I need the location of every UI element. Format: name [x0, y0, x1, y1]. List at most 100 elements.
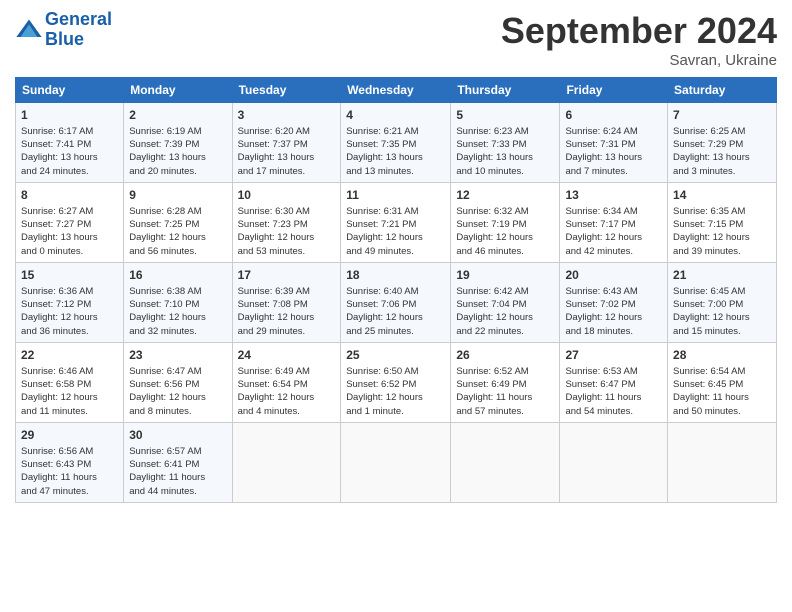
day-info-line: Sunrise: 6:24 AM	[565, 125, 662, 138]
day-info-line: Sunrise: 6:56 AM	[21, 445, 118, 458]
day-number: 28	[673, 347, 771, 364]
day-info-line: Sunrise: 6:47 AM	[129, 365, 226, 378]
day-number: 24	[238, 347, 336, 364]
day-info-line: Sunrise: 6:31 AM	[346, 205, 445, 218]
day-number: 23	[129, 347, 226, 364]
day-info-line: Daylight: 12 hours	[129, 231, 226, 244]
day-info-line: and 25 minutes.	[346, 325, 445, 338]
day-info-line: Sunrise: 6:19 AM	[129, 125, 226, 138]
day-info-line: Daylight: 13 hours	[565, 151, 662, 164]
day-info-line: Sunset: 7:33 PM	[456, 138, 554, 151]
calendar-cell: 14Sunrise: 6:35 AMSunset: 7:15 PMDayligh…	[668, 182, 777, 262]
day-info-line: Daylight: 12 hours	[456, 231, 554, 244]
day-number: 3	[238, 107, 336, 124]
day-info-line: and 53 minutes.	[238, 245, 336, 258]
logo-text: General Blue	[45, 10, 112, 50]
day-info-line: Sunrise: 6:39 AM	[238, 285, 336, 298]
day-info-line: Daylight: 13 hours	[456, 151, 554, 164]
day-info-line: and 50 minutes.	[673, 405, 771, 418]
day-info-line: Sunset: 7:39 PM	[129, 138, 226, 151]
day-info-line: Sunset: 7:04 PM	[456, 298, 554, 311]
day-info-line: Sunrise: 6:35 AM	[673, 205, 771, 218]
day-info-line: Sunset: 7:37 PM	[238, 138, 336, 151]
day-number: 5	[456, 107, 554, 124]
weekday-header: Thursday	[451, 78, 560, 103]
day-info-line: Sunset: 7:00 PM	[673, 298, 771, 311]
day-info-line: Sunrise: 6:17 AM	[21, 125, 118, 138]
calendar-cell	[451, 422, 560, 502]
day-info-line: Daylight: 13 hours	[346, 151, 445, 164]
weekday-header-row: SundayMondayTuesdayWednesdayThursdayFrid…	[16, 78, 777, 103]
day-info-line: Daylight: 12 hours	[238, 391, 336, 404]
calendar-cell: 18Sunrise: 6:40 AMSunset: 7:06 PMDayligh…	[341, 262, 451, 342]
calendar-cell: 10Sunrise: 6:30 AMSunset: 7:23 PMDayligh…	[232, 182, 341, 262]
day-info-line: Sunset: 7:10 PM	[129, 298, 226, 311]
day-number: 26	[456, 347, 554, 364]
calendar-cell: 17Sunrise: 6:39 AMSunset: 7:08 PMDayligh…	[232, 262, 341, 342]
day-number: 12	[456, 187, 554, 204]
day-info-line: Sunrise: 6:46 AM	[21, 365, 118, 378]
day-info-line: Sunset: 7:17 PM	[565, 218, 662, 231]
day-info-line: Daylight: 13 hours	[673, 151, 771, 164]
calendar-table: SundayMondayTuesdayWednesdayThursdayFrid…	[15, 77, 777, 503]
day-info-line: Sunrise: 6:30 AM	[238, 205, 336, 218]
calendar-week-row: 29Sunrise: 6:56 AMSunset: 6:43 PMDayligh…	[16, 422, 777, 502]
day-info-line: Sunset: 6:56 PM	[129, 378, 226, 391]
day-info-line: Sunset: 7:12 PM	[21, 298, 118, 311]
day-info-line: Sunrise: 6:45 AM	[673, 285, 771, 298]
page: General Blue September 2024 Savran, Ukra…	[0, 0, 792, 612]
day-info-line: and 32 minutes.	[129, 325, 226, 338]
day-number: 14	[673, 187, 771, 204]
title-block: September 2024 Savran, Ukraine	[501, 10, 777, 69]
day-info-line: and 54 minutes.	[565, 405, 662, 418]
day-info-line: and 29 minutes.	[238, 325, 336, 338]
day-number: 9	[129, 187, 226, 204]
calendar-cell: 2Sunrise: 6:19 AMSunset: 7:39 PMDaylight…	[124, 103, 232, 183]
calendar-cell: 15Sunrise: 6:36 AMSunset: 7:12 PMDayligh…	[16, 262, 124, 342]
day-info-line: Sunrise: 6:23 AM	[456, 125, 554, 138]
day-info-line: and 22 minutes.	[456, 325, 554, 338]
day-info-line: Sunset: 7:35 PM	[346, 138, 445, 151]
weekday-header: Saturday	[668, 78, 777, 103]
day-info-line: Sunrise: 6:36 AM	[21, 285, 118, 298]
day-info-line: and 56 minutes.	[129, 245, 226, 258]
calendar-cell: 29Sunrise: 6:56 AMSunset: 6:43 PMDayligh…	[16, 422, 124, 502]
calendar-week-row: 22Sunrise: 6:46 AMSunset: 6:58 PMDayligh…	[16, 342, 777, 422]
day-info-line: and 10 minutes.	[456, 165, 554, 178]
day-info-line: Sunset: 7:19 PM	[456, 218, 554, 231]
day-number: 4	[346, 107, 445, 124]
calendar-cell: 16Sunrise: 6:38 AMSunset: 7:10 PMDayligh…	[124, 262, 232, 342]
day-number: 25	[346, 347, 445, 364]
day-info-line: Sunrise: 6:43 AM	[565, 285, 662, 298]
day-info-line: Sunrise: 6:50 AM	[346, 365, 445, 378]
day-number: 7	[673, 107, 771, 124]
logo: General Blue	[15, 10, 112, 50]
day-info-line: and 13 minutes.	[346, 165, 445, 178]
day-info-line: Daylight: 13 hours	[129, 151, 226, 164]
calendar-cell: 8Sunrise: 6:27 AMSunset: 7:27 PMDaylight…	[16, 182, 124, 262]
day-info-line: Sunrise: 6:54 AM	[673, 365, 771, 378]
header: General Blue September 2024 Savran, Ukra…	[15, 10, 777, 69]
day-info-line: Sunset: 7:06 PM	[346, 298, 445, 311]
day-number: 15	[21, 267, 118, 284]
calendar-cell: 5Sunrise: 6:23 AMSunset: 7:33 PMDaylight…	[451, 103, 560, 183]
calendar-cell: 23Sunrise: 6:47 AMSunset: 6:56 PMDayligh…	[124, 342, 232, 422]
day-info-line: Daylight: 12 hours	[456, 311, 554, 324]
weekday-header: Monday	[124, 78, 232, 103]
day-info-line: Sunset: 6:52 PM	[346, 378, 445, 391]
day-info-line: Sunset: 7:41 PM	[21, 138, 118, 151]
day-info-line: and 20 minutes.	[129, 165, 226, 178]
day-info-line: Daylight: 12 hours	[238, 231, 336, 244]
day-number: 17	[238, 267, 336, 284]
day-number: 20	[565, 267, 662, 284]
calendar-cell	[232, 422, 341, 502]
weekday-header: Tuesday	[232, 78, 341, 103]
day-info-line: Daylight: 11 hours	[456, 391, 554, 404]
calendar-week-row: 1Sunrise: 6:17 AMSunset: 7:41 PMDaylight…	[16, 103, 777, 183]
day-info-line: Sunrise: 6:57 AM	[129, 445, 226, 458]
day-number: 6	[565, 107, 662, 124]
day-number: 10	[238, 187, 336, 204]
day-number: 2	[129, 107, 226, 124]
day-info-line: Sunset: 7:25 PM	[129, 218, 226, 231]
day-info-line: and 17 minutes.	[238, 165, 336, 178]
